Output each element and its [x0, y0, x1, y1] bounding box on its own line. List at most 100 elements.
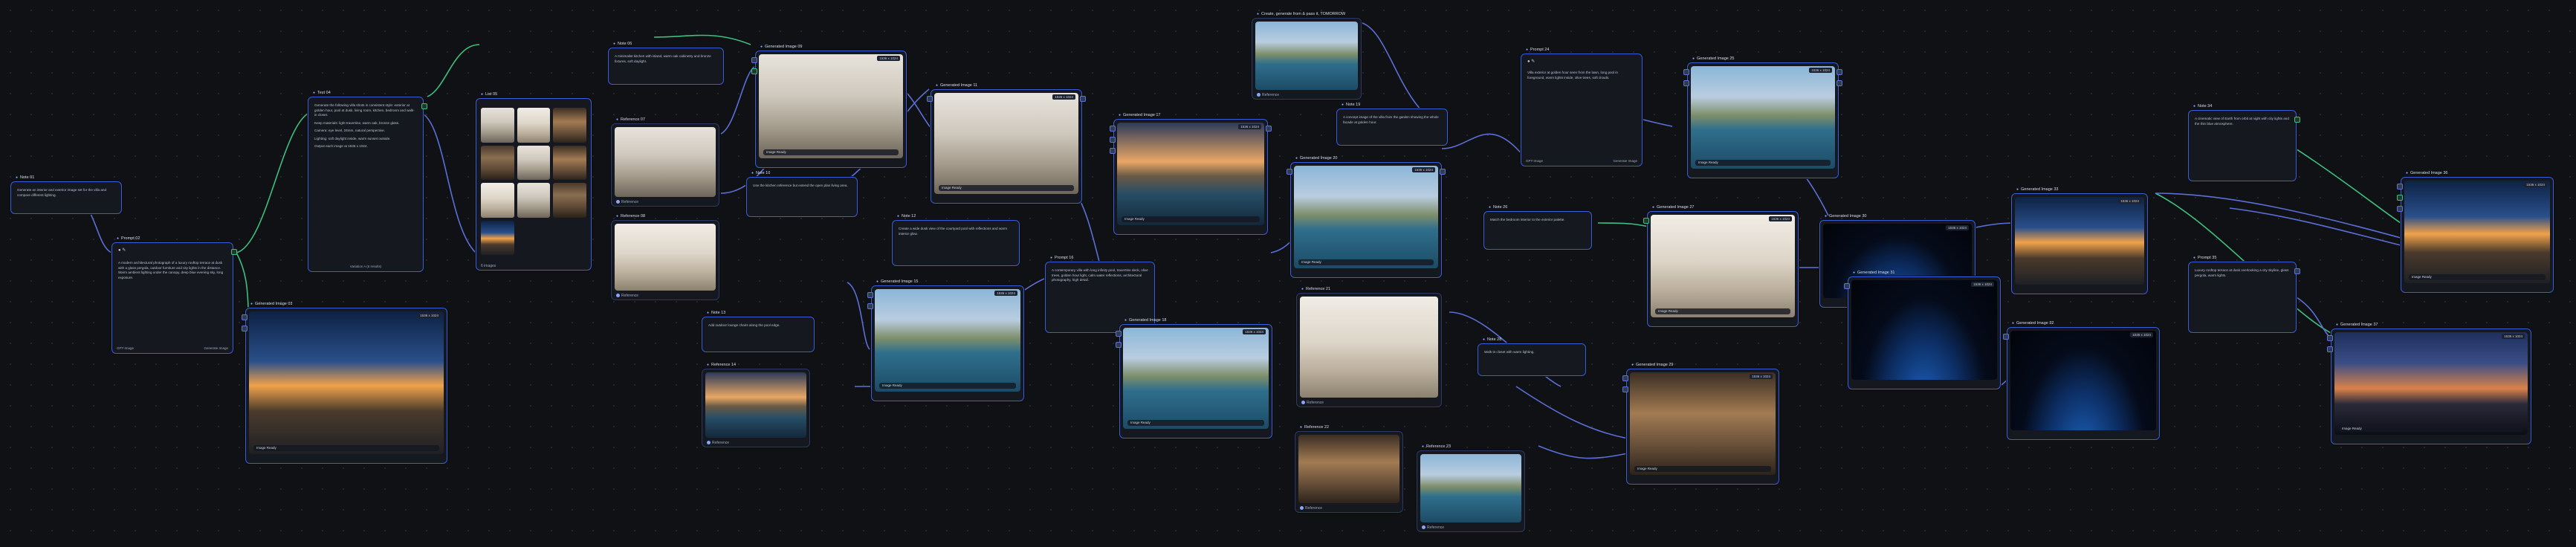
grid-thumb[interactable] — [517, 183, 551, 218]
output-port[interactable] — [1080, 96, 1086, 102]
input-port[interactable] — [242, 314, 247, 320]
prompt-node[interactable]: Prompt 02 ● ✎ A modern architectural pho… — [111, 236, 237, 354]
input-port[interactable] — [1287, 169, 1292, 175]
note-node[interactable]: Note 01 Generate an interior and exterio… — [10, 175, 122, 214]
model-select[interactable]: GPT-Image — [1526, 159, 1543, 163]
prompt-node[interactable]: Prompt 24 ● ✎ Villa exterior at golden h… — [1521, 48, 1643, 166]
reference-node[interactable]: Reference 22 Reference — [1295, 425, 1403, 513]
note-node[interactable]: Note 19 A concept image of the villa fro… — [1336, 103, 1448, 146]
input-port[interactable] — [2397, 195, 2403, 201]
image-node[interactable]: Generated Image 27 1536 x 1024 Image Rea… — [1643, 205, 1799, 327]
input-port[interactable] — [1622, 386, 1628, 392]
input-port[interactable] — [2397, 206, 2403, 212]
reference-label: Reference — [1305, 506, 1323, 511]
grid-thumb[interactable] — [517, 108, 551, 143]
node-title: Create, generate from & pass it, TOMORRO… — [1257, 12, 1345, 16]
variation-select[interactable]: Variation A (6 results) — [350, 265, 381, 268]
input-port[interactable] — [1683, 69, 1689, 75]
input-port[interactable] — [2397, 184, 2403, 190]
size-badge: 1536 x 1024 — [877, 56, 900, 61]
reference-node[interactable]: Reference 08 Reference — [611, 214, 719, 300]
image-node[interactable]: Generated Image 25 1536 x 1024 Image Rea… — [1683, 56, 1842, 178]
reference-node[interactable]: Reference 21 Reference — [1296, 287, 1442, 407]
grid-thumb[interactable] — [481, 183, 514, 218]
input-port[interactable] — [751, 68, 757, 74]
image-node[interactable]: Generated Image 31 1536 x 1024 — [1844, 271, 2001, 389]
note-node[interactable]: Note 28 Walk-in closet with warm lightin… — [1478, 337, 1586, 376]
note-node[interactable]: Note 13 Add outdoor lounge chairs along … — [702, 311, 815, 352]
grid-thumb[interactable] — [517, 145, 551, 180]
input-port[interactable] — [1844, 283, 1850, 289]
output-port[interactable] — [2294, 268, 2300, 274]
node-title: Prompt 24 — [1526, 48, 1549, 52]
grid-thumb[interactable] — [481, 220, 514, 255]
output-port[interactable] — [231, 249, 237, 255]
generated-image — [1651, 215, 1795, 317]
gallery-node[interactable]: List 05 6 images — [476, 92, 592, 271]
input-port[interactable] — [1110, 126, 1116, 132]
input-port[interactable] — [1116, 331, 1122, 337]
image-node[interactable]: Generated Image 18 1536 x 1024 Image Rea… — [1116, 318, 1272, 438]
image-node[interactable]: Generated Image 03 1536 x 1024 Image Rea… — [242, 302, 447, 464]
input-port[interactable] — [1116, 342, 1122, 348]
reference-label: Reference — [1307, 401, 1324, 405]
grid-thumb[interactable] — [481, 145, 514, 180]
grid-thumb[interactable] — [553, 108, 586, 143]
input-port[interactable] — [2327, 335, 2333, 341]
reference-node[interactable]: Create, generate from & pass it, TOMORRO… — [1252, 12, 1362, 100]
input-port[interactable] — [927, 96, 933, 102]
note-node[interactable]: Note 26 Match the bedroom interior to th… — [1483, 205, 1592, 250]
node-toolbar[interactable]: ● ✎ — [118, 247, 126, 253]
grid-thumb[interactable] — [481, 108, 514, 143]
grid-thumb[interactable] — [553, 145, 586, 180]
note-node[interactable]: Note 12 Create a wide dusk view of the c… — [892, 214, 1020, 266]
node-title: Generated Image 25 — [1692, 56, 1734, 61]
generated-image — [934, 93, 1078, 194]
image-node[interactable]: Generated Image 20 1536 x 1024 Image Rea… — [1287, 156, 1446, 278]
prompt-node[interactable]: Prompt 35 Luxury rooftop terrace at dusk… — [2188, 256, 2300, 333]
output-port[interactable] — [1266, 126, 1272, 132]
input-port[interactable] — [1622, 375, 1628, 381]
note-node[interactable]: Note 34 A cinematic view of Earth from o… — [2188, 104, 2300, 181]
reference-node[interactable]: Reference 14 Reference — [702, 363, 810, 447]
image-node[interactable]: Generated Image 17 1536 x 1024 Image Rea… — [1110, 113, 1272, 235]
text-node[interactable]: Text 04 Generate the following villa sho… — [308, 91, 427, 272]
note-text: Add outdoor lounge chairs along the pool… — [708, 323, 780, 327]
image-node[interactable]: Generated Image 29 1536 x 1024 Image Rea… — [1622, 363, 1779, 485]
reference-image — [615, 224, 716, 291]
output-port[interactable] — [1440, 169, 1446, 175]
image-node[interactable]: Generated Image 11 1536 x 1024 Image Rea… — [927, 83, 1086, 204]
image-node[interactable]: Generated Image 15 1536 x 1024 Image Rea… — [867, 279, 1024, 401]
output-port[interactable] — [2294, 117, 2300, 123]
image-node[interactable]: Generated Image 09 1536 x 1024 Image Rea… — [751, 45, 907, 168]
input-port[interactable] — [867, 303, 873, 309]
generate-button[interactable]: Generate Image — [204, 346, 228, 350]
node-toolbar[interactable]: ● ✎ — [1527, 59, 1535, 64]
output-port[interactable] — [421, 103, 427, 109]
input-port[interactable] — [1643, 218, 1649, 224]
reference-node[interactable]: Reference 23 Reference — [1417, 444, 1525, 532]
image-node[interactable]: Generated Image 33 1536 x 1024 — [2011, 187, 2148, 294]
input-port[interactable] — [751, 57, 757, 63]
prompt-text: A modern architectural photograph of a l… — [118, 261, 224, 279]
input-port[interactable] — [1683, 80, 1689, 86]
note-node[interactable]: Note 06 A minimalist kitchen with island… — [608, 42, 724, 85]
output-port[interactable] — [1836, 80, 1842, 86]
model-select[interactable]: GPT-Image — [117, 346, 134, 350]
image-node[interactable]: Generated Image 37 1536 x 1024 Image Rea… — [2327, 323, 2531, 444]
generate-button[interactable]: Generate Image — [1613, 159, 1637, 163]
input-port[interactable] — [242, 326, 247, 331]
reference-node[interactable]: Reference 07 Reference — [611, 117, 719, 207]
node-title: Generated Image 31 — [1853, 271, 1894, 275]
output-port[interactable] — [1836, 69, 1842, 75]
input-port[interactable] — [2327, 346, 2333, 352]
image-node[interactable]: Generated Image 32 1536 x 1024 — [2003, 321, 2160, 440]
input-port[interactable] — [2003, 334, 2009, 340]
note-node[interactable]: Note 10 Use the kitchen reference but ex… — [746, 171, 858, 217]
input-port[interactable] — [1110, 148, 1116, 154]
reference-image — [1255, 22, 1358, 90]
input-port[interactable] — [1110, 137, 1116, 143]
grid-thumb[interactable] — [553, 183, 586, 218]
image-node[interactable]: Generated Image 36 1536 x 1024 Image Rea… — [2397, 171, 2554, 293]
input-port[interactable] — [867, 292, 873, 298]
